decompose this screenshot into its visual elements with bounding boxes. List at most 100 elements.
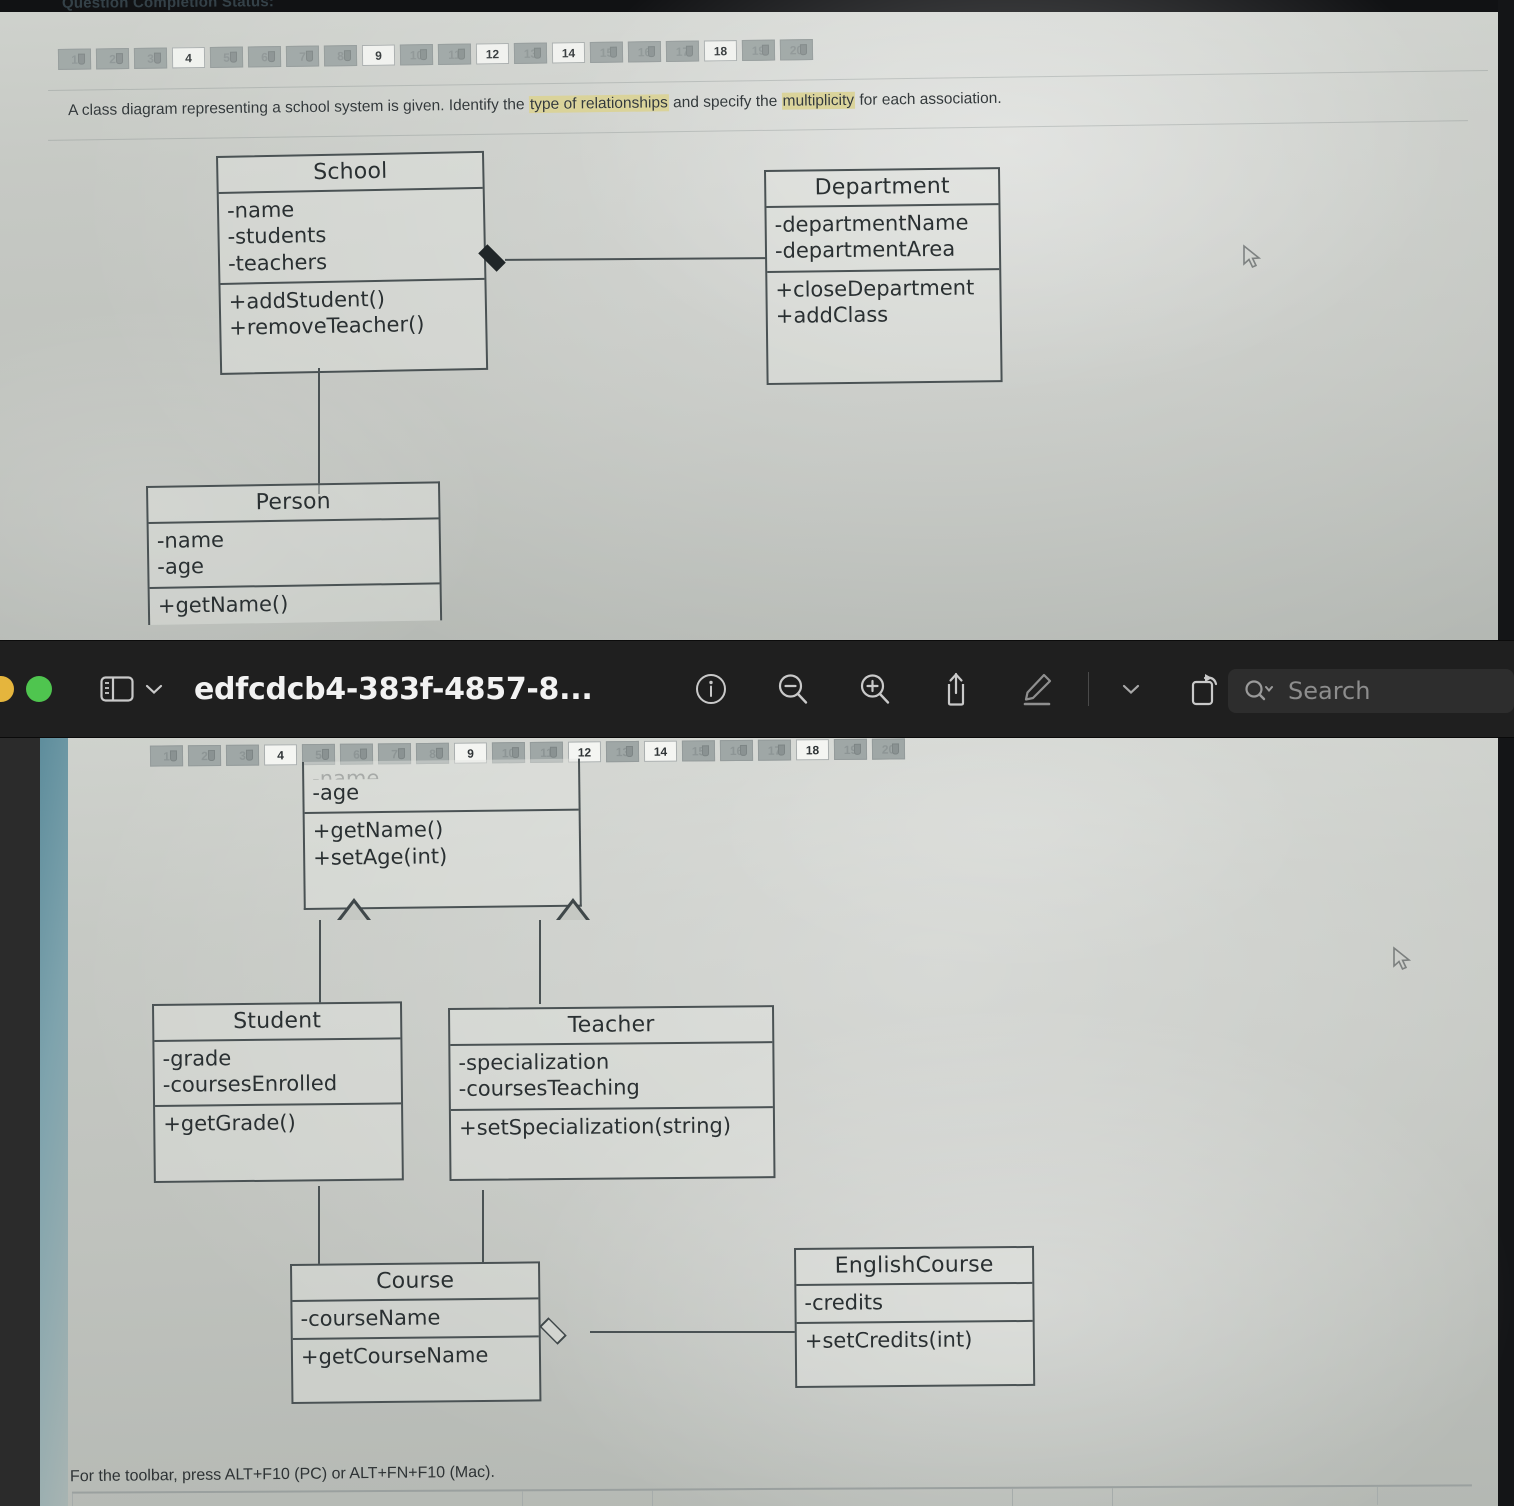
question-nav-item-1[interactable]: 1	[149, 745, 184, 767]
minimize-button-yellow[interactable]	[0, 676, 14, 702]
question-nav-item-18[interactable]: 18	[795, 739, 830, 761]
question-nav-number: 18	[805, 742, 820, 757]
question-nav-number: 6	[261, 49, 268, 64]
question-nav-number: 4	[185, 50, 192, 65]
question-nav-item-19[interactable]: 19	[833, 738, 868, 761]
zoom-out-button[interactable]	[752, 672, 834, 706]
window-traffic-lights[interactable]	[0, 676, 52, 702]
uml-class-teacher-operations: +setSpecialization(string)	[451, 1108, 774, 1179]
generalization-arrow-teacher	[556, 898, 590, 920]
document-page-top[interactable]: Question Completion Status: 1 2 3 4 5 6 7 8 9 10 1…	[0, 0, 1514, 640]
question-nav-item-3[interactable]: 3	[225, 744, 260, 766]
question-nav-number: 12	[485, 46, 500, 61]
uml-class-english-course-operations: +setCredits(int)	[797, 1322, 1034, 1386]
question-nav-item-14[interactable]: 14	[551, 42, 586, 64]
question-nav-item-2[interactable]: 2	[95, 48, 130, 70]
question-nav-item-2[interactable]: 2	[187, 744, 222, 767]
question-nav-item-12[interactable]: 12	[475, 43, 510, 65]
question-nav-item-1[interactable]: 1	[57, 48, 92, 70]
zoom-in-icon	[861, 674, 890, 704]
question-nav-item-9[interactable]: 9	[361, 44, 396, 66]
question-nav-item-17[interactable]: 17	[757, 739, 792, 761]
uml-class-english-course-title: EnglishCourse	[796, 1247, 1033, 1286]
highlight-options-chevron-down-icon[interactable]	[1099, 682, 1163, 696]
question-nav-item-16[interactable]: 16	[719, 739, 754, 762]
answered-flag-icon	[853, 743, 862, 755]
question-nav-item-11[interactable]: 11	[437, 43, 472, 65]
question-nav-item-20[interactable]: 20	[779, 39, 814, 61]
question-nav-item-13[interactable]: 13	[513, 42, 548, 64]
photo-letterbox-right-bottom	[1498, 738, 1514, 1506]
question-nav-item-16[interactable]: 16	[627, 41, 662, 63]
zoom-in-button[interactable]	[834, 672, 916, 706]
question-nav-item-5[interactable]: 5	[209, 46, 244, 68]
question-nav-item-13[interactable]: 13	[605, 740, 640, 763]
zoom-out-icon	[779, 674, 808, 704]
highlight-button[interactable]	[996, 671, 1078, 707]
question-nav-item-3[interactable]: 3	[133, 47, 168, 69]
sidebar-menu-chevron-down-icon[interactable]	[144, 682, 164, 696]
uml-attr: -credits	[804, 1290, 884, 1315]
answered-flag-icon	[549, 746, 558, 758]
answered-flag-icon	[609, 46, 618, 58]
sidebar-icon	[100, 676, 134, 702]
answered-flag-icon	[435, 747, 444, 759]
uml-op: +removeTeacher()	[229, 312, 425, 340]
uml-class-person-top-title: Person	[148, 483, 439, 524]
uml-op: +addClass	[775, 302, 889, 328]
question-nav-number: 8	[337, 48, 344, 63]
answered-flag-icon	[701, 745, 710, 757]
question-nav-item-7[interactable]: 7	[285, 45, 320, 67]
answered-flag-icon	[321, 748, 330, 760]
uml-attr: -age	[312, 780, 360, 805]
uml-class-person-bottom-operations: +getName() +setAge(int)	[305, 811, 580, 908]
share-button[interactable]	[916, 671, 996, 707]
highlight-pen-icon	[1024, 673, 1052, 706]
photographed-window-edge	[40, 738, 68, 1506]
question-nav-item-4[interactable]: 4	[171, 47, 206, 69]
rotate-icon	[1192, 674, 1218, 706]
answered-flag-icon	[245, 749, 254, 761]
photo-gutter-left	[0, 738, 42, 1506]
preview-window-toolbar: edfcdcb4-383f-4857-8... Search	[0, 640, 1514, 738]
question-nav-item-17[interactable]: 17	[665, 40, 700, 62]
sidebar-toggle-button[interactable]	[100, 675, 134, 703]
uml-class-english-course-attributes: -credits	[796, 1283, 1033, 1325]
uml-class-school-operations: +addStudent() +removeTeacher()	[220, 280, 486, 373]
uml-op: +getGrade()	[163, 1110, 296, 1136]
question-nav-item-15[interactable]: 15	[589, 41, 624, 63]
search-field[interactable]: Search	[1228, 669, 1514, 713]
uml-class-course-operations: +getCourseName	[293, 1338, 540, 1403]
prompt-text-3: for each association.	[854, 89, 1002, 109]
answered-flag-icon	[77, 53, 86, 65]
uml-op: +getName()	[312, 817, 444, 844]
uml-class-teacher: Teacher -specialization -coursesTeaching…	[448, 1005, 776, 1181]
photographed-mouse-cursor	[1243, 244, 1262, 269]
search-placeholder: Search	[1288, 677, 1371, 705]
question-nav-number: 3	[239, 748, 246, 763]
document-title: edfcdcb4-383f-4857-8...	[194, 671, 593, 707]
answered-flag-icon	[419, 49, 428, 61]
answered-flag-icon	[533, 47, 542, 59]
question-nav-item-15[interactable]: 15	[681, 740, 716, 762]
question-nav-number: 7	[391, 746, 398, 761]
question-nav-item-8[interactable]: 8	[323, 45, 358, 67]
uml-op: +setAge(int)	[313, 843, 448, 870]
question-nav-item-10[interactable]: 10	[399, 44, 434, 66]
question-nav-item-4[interactable]: 4	[263, 744, 298, 766]
question-nav-item-18[interactable]: 18	[703, 40, 738, 62]
info-button[interactable]	[670, 672, 752, 706]
question-nav-item-20[interactable]: 20	[871, 738, 906, 760]
question-nav-item-14[interactable]: 14	[643, 740, 678, 762]
uml-class-course-attributes: -courseName	[292, 1299, 539, 1341]
uml-attr: -courseName	[300, 1305, 441, 1331]
zoom-button-green[interactable]	[26, 676, 52, 702]
question-nav-number: 14	[561, 45, 576, 60]
question-nav-item-19[interactable]: 19	[741, 39, 776, 61]
question-nav-number: 1	[71, 52, 78, 67]
uml-op: +setSpecialization(string)	[458, 1113, 732, 1140]
question-nav-item-6[interactable]: 6	[247, 46, 282, 68]
photo-letterbox-right	[1498, 0, 1514, 640]
question-nav-number: 18	[713, 43, 728, 58]
question-nav-number: 7	[299, 49, 306, 64]
